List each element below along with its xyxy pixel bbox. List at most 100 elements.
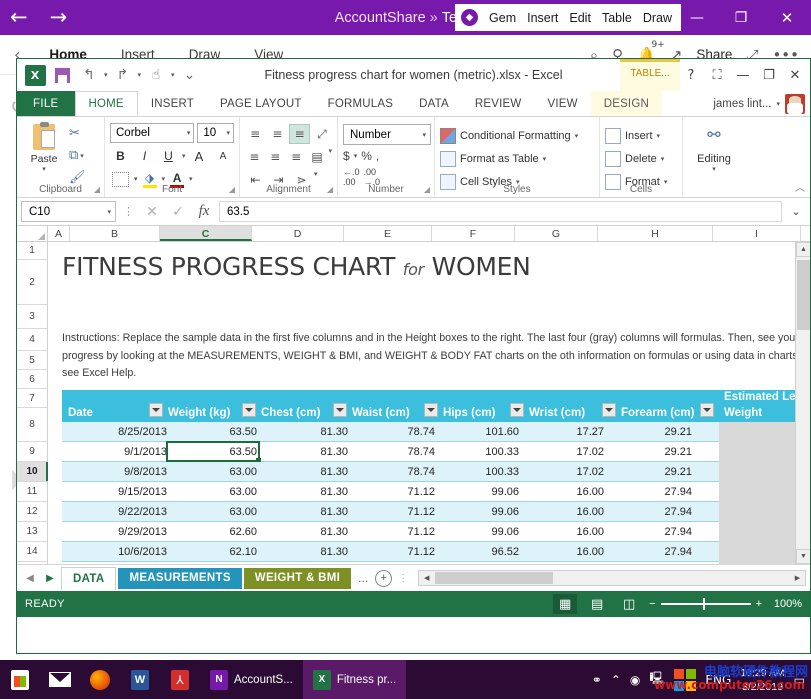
number-format-box[interactable]: Number ▾ — [343, 124, 431, 145]
help-button[interactable]: ? — [678, 68, 704, 83]
cut-icon[interactable]: ✂ — [69, 124, 86, 143]
column-header-e[interactable]: E — [344, 226, 432, 241]
bold-button[interactable]: B — [110, 146, 131, 166]
horizontal-scroll-thumb[interactable] — [435, 572, 553, 584]
tab-view[interactable]: VIEW — [534, 91, 590, 116]
add-sheet-button[interactable]: + — [375, 570, 392, 587]
sheet-content[interactable]: FITNESS PROGRESS CHART for WOMEN Instruc… — [48, 242, 810, 564]
insert-cells-button[interactable]: Insert ▾ — [605, 124, 677, 147]
vertical-scroll-thumb[interactable] — [797, 260, 810, 330]
comma-style-button[interactable]: , — [376, 149, 379, 163]
row-header-12[interactable]: 12 — [17, 502, 47, 522]
zoom-out-button[interactable]: − — [649, 598, 655, 610]
clipboard-dialog-launcher[interactable]: ◢ — [94, 185, 100, 194]
align-left-button[interactable]: ≡ — [245, 147, 264, 167]
editing-button[interactable]: ⚯ Editing ▾ — [688, 120, 740, 173]
row-header-4[interactable]: 4 — [17, 329, 47, 351]
align-right-button[interactable]: ≡ — [287, 147, 306, 167]
tab-design[interactable]: DESIGN — [591, 91, 662, 116]
store-icon[interactable] — [0, 660, 40, 699]
align-center-button[interactable]: ≡ — [266, 147, 285, 167]
font-name-box[interactable]: Corbel ▾ — [110, 123, 194, 143]
collapse-ribbon-icon[interactable]: ︿ — [795, 179, 805, 194]
table-row[interactable]: 8/25/2013 63.50 81.30 78.74 101.60 17.27… — [62, 422, 810, 442]
row-header-15[interactable]: 15 — [17, 562, 47, 564]
row-header-10[interactable]: 10 — [17, 462, 47, 482]
people-icon[interactable]: ⚭ — [592, 673, 602, 687]
format-as-table-caret-icon[interactable]: ▾ — [543, 155, 547, 163]
font-name-caret-icon[interactable]: ▾ — [187, 129, 191, 137]
save-icon[interactable] — [50, 63, 74, 87]
close-button[interactable]: ✕ — [763, 0, 811, 35]
zoom-in-button[interactable]: + — [756, 598, 762, 610]
tab-data[interactable]: DATA — [406, 91, 462, 116]
font-dialog-launcher[interactable]: ◢ — [229, 185, 235, 194]
tab-split-handle[interactable]: ⋮ — [394, 573, 412, 584]
borders-caret-icon[interactable]: ▾ — [134, 175, 138, 183]
tab-home[interactable]: HOME — [75, 91, 138, 116]
insert-function-icon[interactable]: fx — [193, 203, 215, 220]
column-header-a[interactable]: A — [48, 226, 70, 241]
format-as-table-button[interactable]: Format as Table ▾ — [440, 147, 594, 170]
name-box-caret-icon[interactable]: ▾ — [107, 208, 111, 216]
tab-review[interactable]: REVIEW — [462, 91, 535, 116]
paste-button[interactable]: Paste ▾ — [22, 122, 66, 187]
table-row[interactable]: 9/15/2013 63.00 81.30 71.12 99.06 16.00 … — [62, 482, 810, 502]
taskbar-app-onenote[interactable]: N AccountS... — [200, 660, 303, 699]
gem-menu-table[interactable]: Table — [602, 11, 632, 25]
excel-close-button[interactable]: ✕ — [782, 68, 808, 83]
filter-forearm[interactable] — [700, 403, 714, 417]
redo-caret-icon[interactable]: ▾ — [138, 71, 142, 79]
undo-caret-icon[interactable]: ▾ — [104, 71, 108, 79]
scroll-right-button[interactable]: ▶ — [790, 574, 805, 582]
touch-mode-icon[interactable]: ☝ — [144, 63, 168, 87]
tab-page-layout[interactable]: PAGE LAYOUT — [207, 91, 315, 116]
font-size-box[interactable]: 10 ▾ — [197, 123, 234, 143]
number-dialog-launcher[interactable]: ◢ — [424, 185, 430, 194]
font-size-caret-icon[interactable]: ▾ — [226, 129, 230, 137]
editing-caret-icon[interactable]: ▾ — [712, 165, 716, 173]
percent-button[interactable]: % — [361, 149, 372, 163]
acrobat-icon[interactable]: ⅄ — [160, 660, 200, 699]
scroll-up-button[interactable]: ▲ — [796, 242, 810, 257]
user-account[interactable]: james lint... ▾ — [713, 91, 810, 116]
wrap-text-button[interactable]: ▤ — [308, 147, 327, 167]
back-arrow-icon[interactable]: ← — [10, 7, 28, 28]
table-row[interactable]: 9/22/2013 63.00 81.30 71.12 99.06 16.00 … — [62, 502, 810, 522]
column-header-b[interactable]: B — [70, 226, 160, 241]
page-layout-view-button[interactable]: ▤ — [585, 594, 609, 614]
filter-chest[interactable] — [333, 403, 347, 417]
maximize-button[interactable]: ❐ — [719, 0, 763, 35]
table-row[interactable]: 10/6/2013 62.10 81.30 71.12 96.52 16.00 … — [62, 542, 810, 562]
row-header-1[interactable]: 1 — [17, 242, 47, 260]
fill-caret-icon[interactable]: ▾ — [162, 175, 166, 183]
filter-weight[interactable] — [242, 403, 256, 417]
undo-icon[interactable]: ↰ — [77, 63, 101, 87]
merge-caret-icon[interactable]: ▾ — [329, 147, 333, 167]
table-row[interactable]: 9/8/2013 63.00 81.30 78.74 100.33 17.02 … — [62, 462, 810, 482]
orientation-button[interactable]: ⤢ — [312, 124, 332, 144]
conditional-formatting-caret-icon[interactable]: ▾ — [575, 132, 579, 140]
number-format-caret-icon[interactable]: ▾ — [422, 131, 426, 139]
excel-maximize-button[interactable]: ❐ — [756, 68, 782, 83]
page-break-view-button[interactable]: ◫ — [617, 594, 641, 614]
gem-menu-draw[interactable]: Draw — [643, 11, 672, 25]
excel-minimize-button[interactable]: — — [730, 68, 756, 83]
next-sheet-button[interactable]: ▶ — [41, 573, 59, 584]
zoom-slider-knob[interactable] — [703, 598, 705, 610]
table-row[interactable]: 9/1/2013 63.50 81.30 78.74 100.33 17.02 … — [62, 442, 810, 462]
show-hidden-icons-icon[interactable]: ⌃ — [611, 673, 621, 687]
decrease-font-size-button[interactable]: A — [213, 146, 234, 166]
tab-formulas[interactable]: FORMULAS — [315, 91, 407, 116]
taskbar-app-excel[interactable]: X Fitness pr... — [303, 660, 406, 699]
column-header-h[interactable]: H — [598, 226, 713, 241]
gem-menu-gem[interactable]: Gem — [489, 11, 516, 25]
expand-formula-bar-icon[interactable]: ⌄ — [786, 205, 806, 218]
tab-file[interactable]: FILE — [17, 91, 75, 116]
sheet-tab-data[interactable]: DATA — [61, 567, 116, 590]
align-middle-button[interactable]: ≡ — [267, 124, 287, 144]
zoom-level[interactable]: 100% — [770, 598, 802, 610]
column-header-c[interactable]: C — [160, 226, 252, 241]
row-header-5[interactable]: 5 — [17, 351, 47, 370]
gem-tray-icon[interactable]: ◉ — [630, 673, 640, 687]
